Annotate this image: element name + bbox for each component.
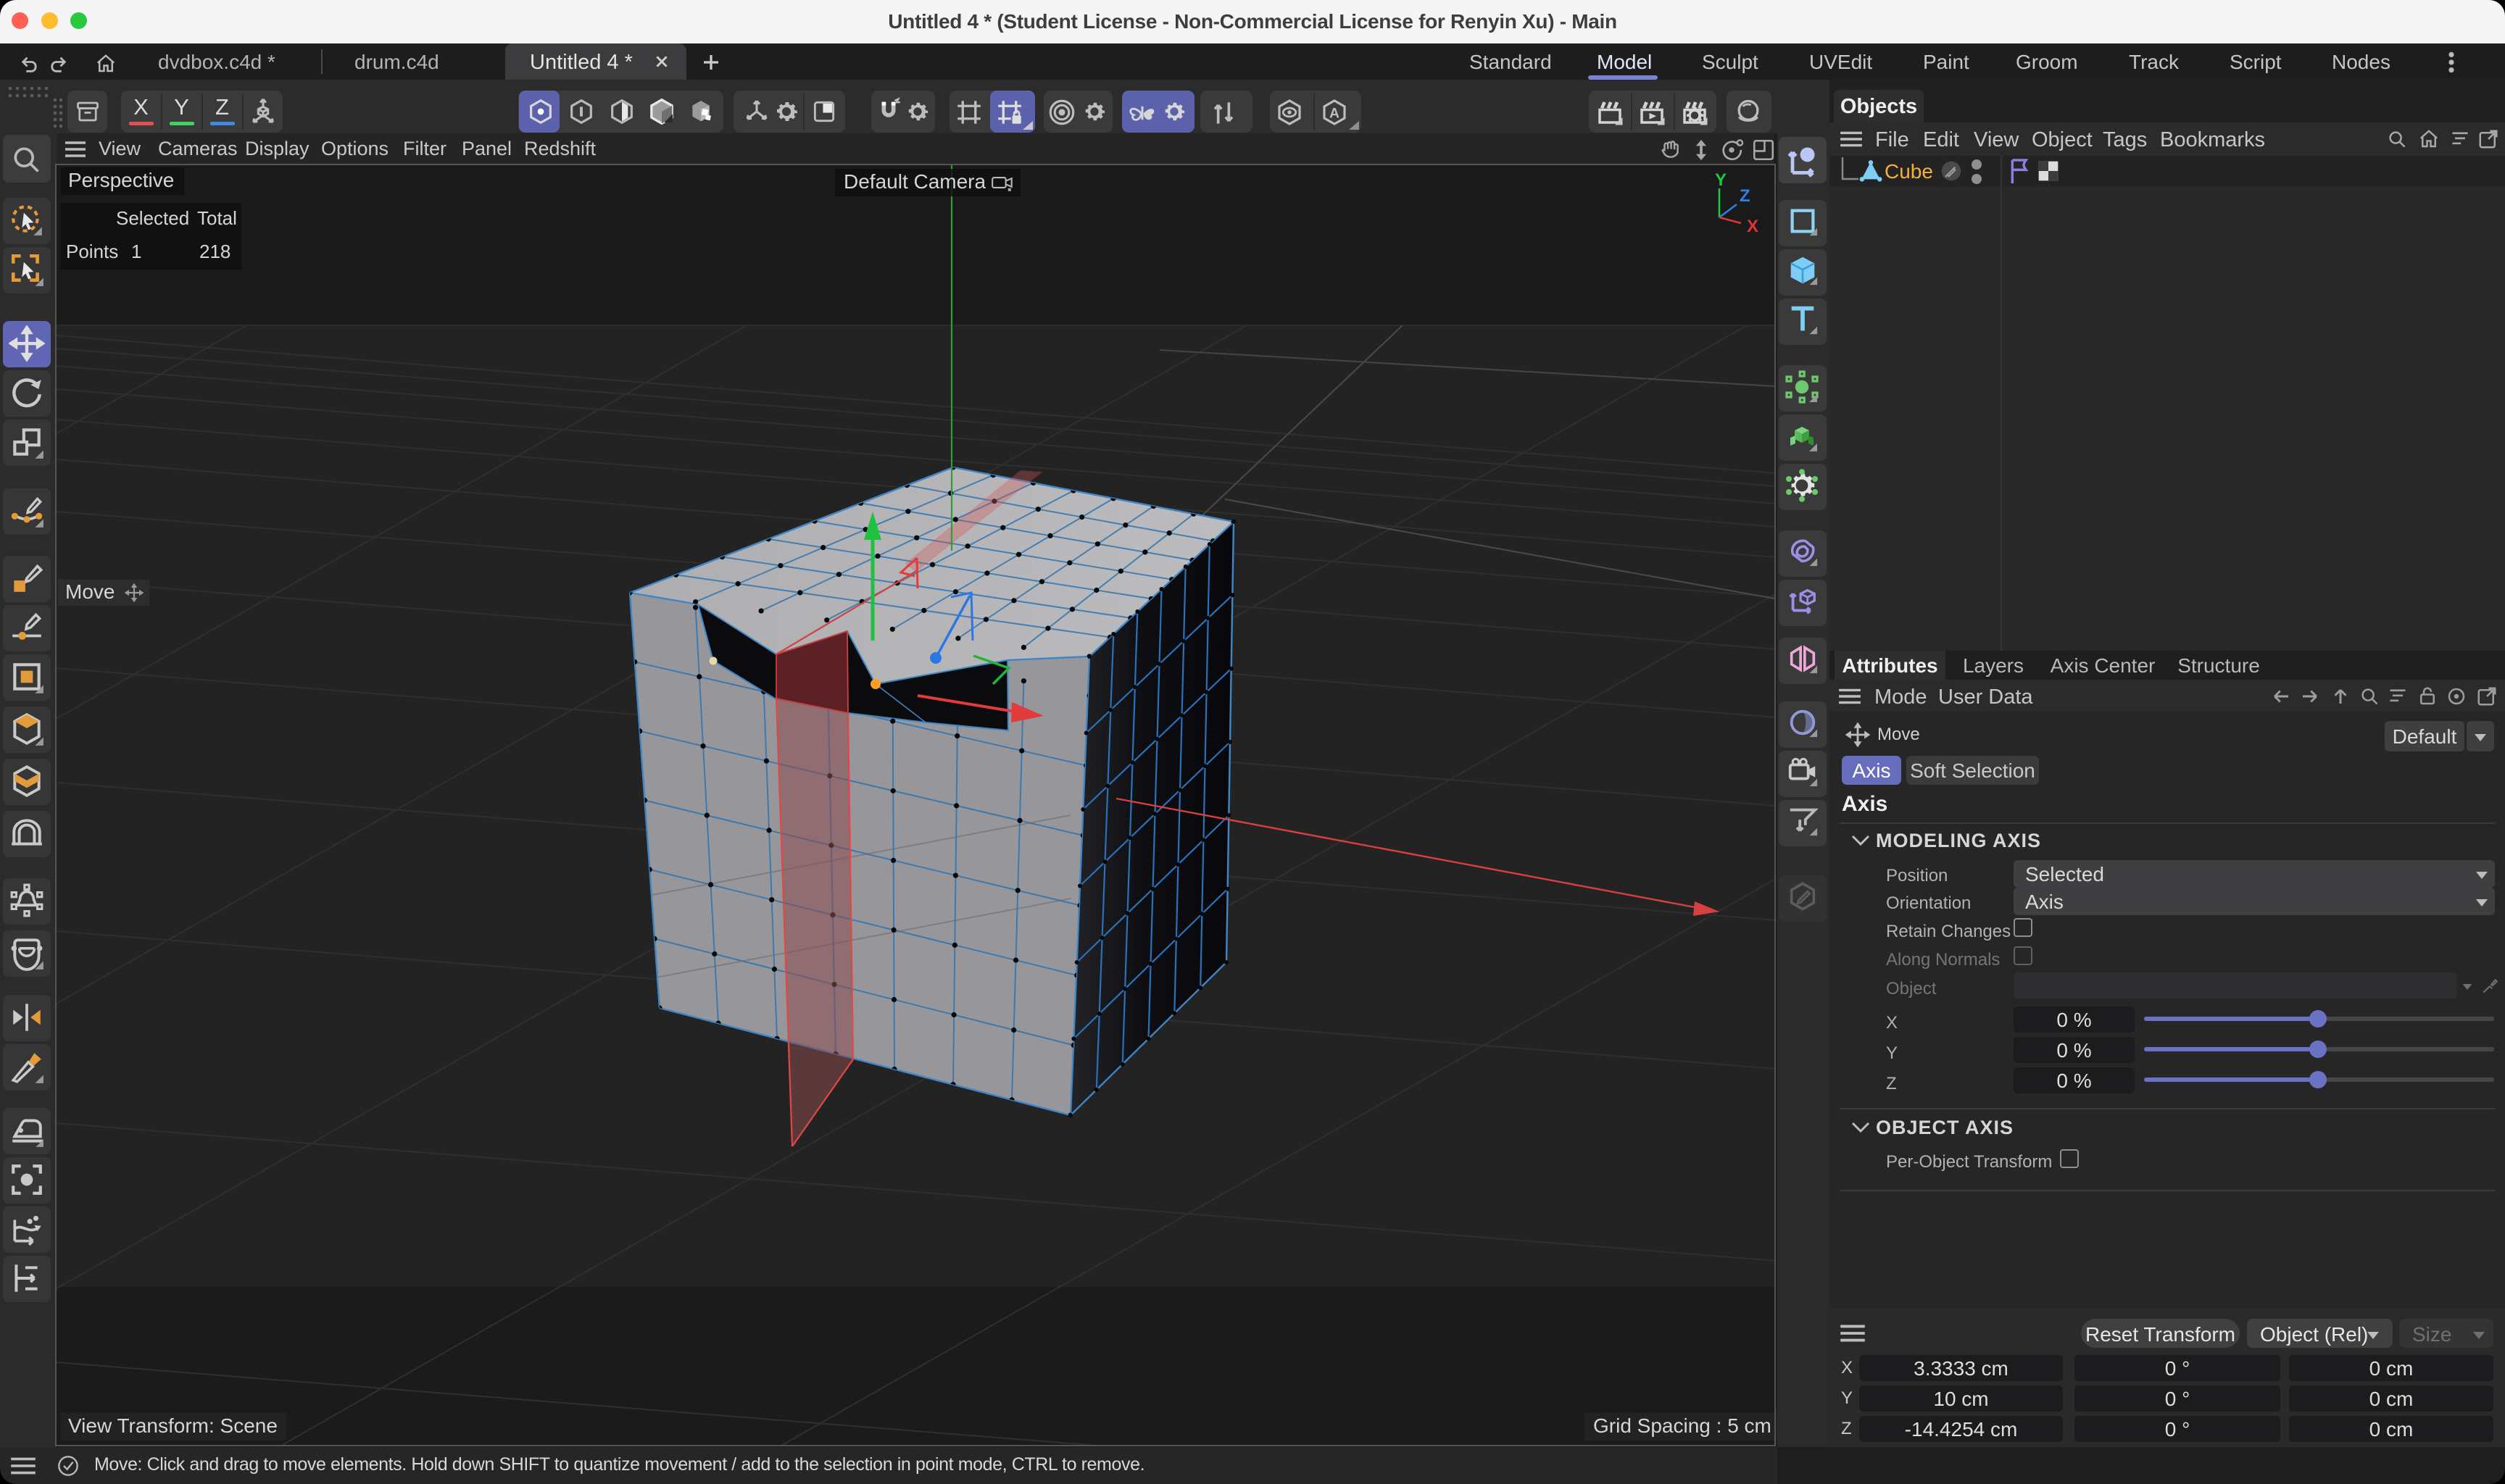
svg-text:A: A bbox=[1329, 106, 1339, 121]
svg-text:Z: Z bbox=[1740, 186, 1750, 206]
svg-text:Y: Y bbox=[1715, 172, 1727, 190]
svg-text:X: X bbox=[1747, 217, 1758, 234]
